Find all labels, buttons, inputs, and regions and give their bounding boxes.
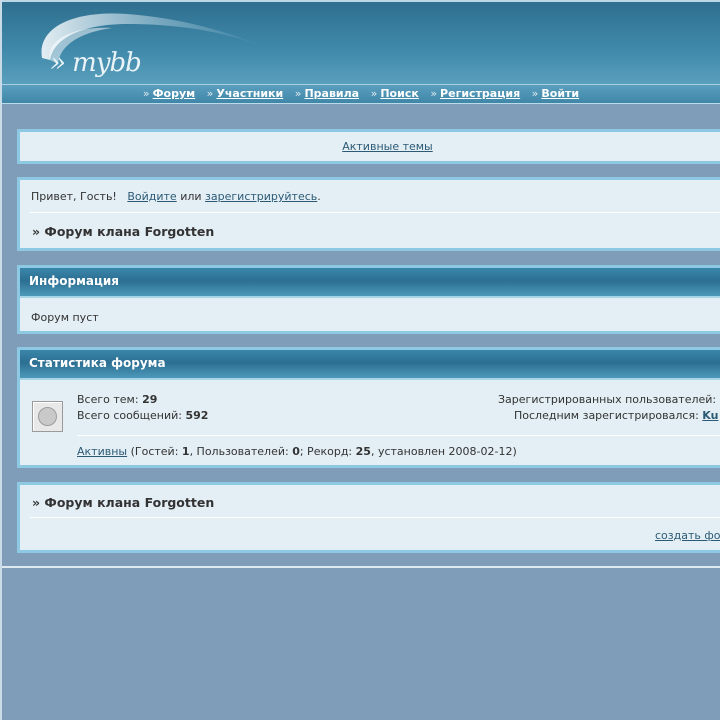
users-value: 0 — [292, 445, 300, 458]
last-registered-user-link[interactable]: Ku — [702, 409, 718, 422]
divider — [30, 212, 720, 213]
total-posts-label: Всего сообщений: — [77, 409, 182, 422]
greeting-line: Привет, Гость! Войдите или зарегистрируй… — [31, 190, 321, 203]
info-panel: Информация Форум пуст — [17, 265, 720, 334]
nav-item-forum: » Форум — [143, 85, 195, 103]
nav-separator: » — [370, 87, 378, 100]
record-date: , установлен 2008-02-12) — [370, 445, 517, 458]
total-posts: Всего сообщений: 592 — [77, 409, 208, 422]
nav-link-members[interactable]: Участники — [216, 87, 283, 100]
total-posts-value: 592 — [185, 409, 209, 422]
nav-item-register: » Регистрация — [430, 85, 520, 103]
active-users-link[interactable]: Активны — [77, 445, 127, 458]
greeting-text: Привет, Гость! — [31, 190, 117, 203]
last-registered-label: Последним зарегистрировался: — [514, 409, 699, 422]
nav-item-members: » Участники — [207, 85, 284, 103]
nav-link-rules[interactable]: Правила — [304, 87, 359, 100]
total-topics-value: 29 — [142, 393, 158, 406]
online-stats: Активны (Гостей: 1, Пользователей: 0; Ре… — [77, 445, 517, 458]
breadcrumb: » Форум клана Forgotten — [32, 224, 215, 239]
register-link[interactable]: зарегистрируйтесь — [205, 190, 317, 203]
registered-users: Зарегистрированных пользователей: — [498, 393, 716, 406]
users-label: , Пользователей: — [189, 445, 289, 458]
nav-item-search: » Поиск — [371, 85, 419, 103]
period-text: . — [317, 190, 321, 203]
last-registered: Последним зарегистрировался: Ku — [514, 409, 718, 422]
stats-panel-title: Статистика форума — [20, 350, 720, 380]
total-topics: Всего тем: 29 — [77, 393, 157, 406]
divider — [77, 435, 720, 436]
stats-icon-disc — [38, 407, 57, 426]
registered-users-label: Зарегистрированных пользователей: — [498, 393, 717, 406]
nav-separator: » — [430, 87, 438, 100]
create-forum-link[interactable]: создать фо — [655, 529, 720, 542]
guests-label: (Гостей: — [130, 445, 179, 458]
nav-separator: » — [294, 87, 302, 100]
guests-value: 1 — [181, 445, 190, 458]
mybb-logo[interactable]: » mybb — [32, 8, 272, 85]
stats-icon — [32, 401, 63, 432]
create-forum-container: создать фо — [655, 529, 720, 542]
welcome-panel: Привет, Гость! Войдите или зарегистрируй… — [17, 177, 720, 251]
nav-item-login: » Войти — [532, 85, 579, 103]
forum-breadcrumb: » Форум клана Forgotten — [32, 495, 215, 510]
nav-link-forum[interactable]: Форум — [153, 87, 196, 100]
or-text: или — [180, 190, 202, 203]
info-panel-title: Информация — [20, 268, 720, 298]
main-navigation: » Форум » Участники » Правила » Поиск » Регис… — [2, 84, 720, 104]
nav-separator: » — [531, 87, 539, 100]
footer-divider — [2, 566, 720, 568]
login-link[interactable]: Войдите — [127, 190, 176, 203]
nav-separator: » — [206, 87, 214, 100]
info-text: Форум пуст — [31, 311, 99, 324]
nav-link-search[interactable]: Поиск — [380, 87, 418, 100]
page-header: » mybb — [2, 0, 720, 85]
logo-text: » mybb — [50, 48, 142, 78]
active-topics-panel: Активные темы — [17, 129, 720, 164]
nav-item-rules: » Правила — [295, 85, 359, 103]
forum-stats-panel: Статистика форума Всего тем: 29 Всего со… — [17, 347, 720, 468]
window-left-edge — [0, 0, 2, 720]
active-topics-container: Активные темы — [20, 140, 720, 153]
nav-separator: » — [142, 87, 150, 100]
total-topics-label: Всего тем: — [77, 393, 139, 406]
forum-panel: » Форум клана Forgotten создать фо — [17, 482, 720, 553]
nav-link-register[interactable]: Регистрация — [440, 87, 520, 100]
record-value: 25 — [355, 445, 371, 458]
active-topics-link[interactable]: Активные темы — [342, 140, 433, 153]
divider — [30, 517, 720, 518]
nav-link-login[interactable]: Войти — [541, 87, 579, 100]
record-label: ; Рекорд: — [299, 445, 353, 458]
